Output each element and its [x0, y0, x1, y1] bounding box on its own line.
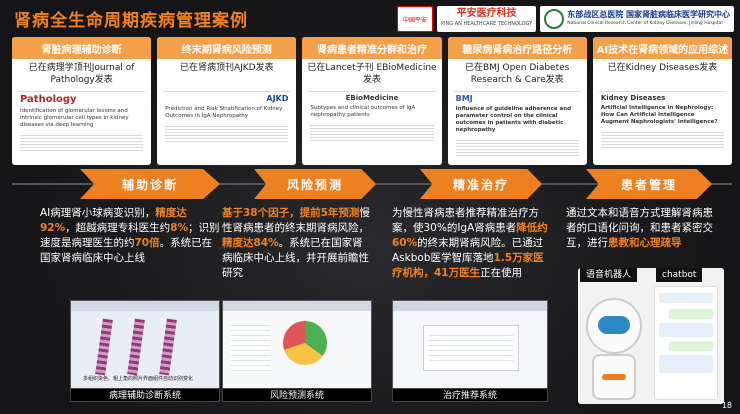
robot-visor: [598, 316, 630, 334]
publication-card: 终末期肾病风险预测 已在肾病顶刊AJKD发表 AJKD Prediction a…: [157, 37, 297, 165]
arrow-diagnosis: 辅助诊断: [80, 169, 220, 199]
text: AI病理肾小球病变识别，: [40, 207, 156, 219]
journal-name: BMJ: [455, 94, 473, 103]
highlight: 70倍: [134, 237, 160, 249]
robot-tag: 语音机器人: [580, 268, 638, 282]
robot-belt: [602, 374, 626, 380]
risk-text: 基于38个因子，提前5年预测慢性肾病患者的终末期肾病风险，精度达84%。系统已在…: [222, 206, 372, 281]
journal-name: Pathology: [20, 94, 77, 105]
window-bar: [71, 301, 219, 311]
chat-bubble: [669, 309, 713, 319]
risk-donut: [283, 321, 327, 365]
robot-head-icon: [586, 298, 642, 354]
card-subtitle: 已在病理学顶刊Journal of Pathology发表: [28, 63, 135, 85]
highlight: 精度达84%: [222, 237, 279, 249]
text: 正在使用: [480, 267, 523, 279]
card-heading: 肾病患者精准分群和治疗: [302, 37, 442, 59]
risk-system-screenshot: [222, 300, 372, 394]
risk-system-caption: 风险预测系统: [222, 388, 372, 402]
paper-thumbnail: AJKD Prediction and Risk Stratification …: [163, 91, 291, 159]
window-bar: [223, 301, 371, 311]
chat-bubble: [659, 323, 713, 337]
diagnosis-text: AI病理肾小球病变识别，精度达92%，超越病理专科医生约8%；识别速度是病理医生…: [40, 206, 220, 266]
card-subtitle: 已在肾病顶刊AJKD发表: [179, 63, 274, 73]
paper-title: Subtypes and clinical outcomes of IgA ne…: [310, 105, 416, 118]
paper-thumbnail: Pathology Identification of glomerular l…: [18, 91, 146, 159]
pingan-badge: 中国平安: [397, 6, 433, 32]
chatbot-phone-screen: [654, 286, 718, 400]
card-heading: 终末期肾病风险预测: [157, 37, 297, 59]
window-bar: [393, 301, 547, 311]
diagnosis-system-screenshot: 多组织染色、粗上角的照片界面组件自动识别变化: [70, 300, 220, 394]
chat-bubble: [659, 355, 713, 373]
treatment-text: 为慢性肾病患者推荐精准治疗方案，使30%的IgA肾病患者降低约60%的终末期肾病…: [392, 206, 548, 281]
paper-thumbnail: EBioMedicine Subtypes and clinical outco…: [308, 91, 436, 159]
arrow-risk-prediction: 风险预测: [254, 169, 376, 199]
paper-thumbnail: BMJ Influence of guideline adherence and…: [453, 91, 581, 159]
highlight: 患教和心理疏导: [608, 237, 682, 249]
paper-title: Identification of glomerular lesions and…: [20, 108, 129, 128]
journal-name: Kidney Diseases: [600, 94, 666, 102]
paper-thumbnail: Kidney Diseases Artificial Intelligence …: [598, 91, 727, 159]
publication-card: 肾病患者精准分群和治疗 已在Lancet子刊 EBioMedicine发表 EB…: [302, 37, 442, 165]
treatment-system-caption: 治疗推荐系统: [392, 388, 548, 402]
dialog-lines: [429, 331, 513, 361]
pingan-logo-sub: PING AN HEALTHCARE TECHNOLOGY: [441, 21, 533, 27]
journal-name: AJKD: [266, 94, 289, 103]
highlight: 8%: [170, 222, 188, 234]
robot-body: [592, 354, 636, 400]
robot-and-chatbot-image: [578, 268, 724, 404]
journal-name: EBioMedicine: [345, 94, 399, 102]
paper-text-lines: [20, 133, 144, 151]
paper-text-lines: [310, 123, 434, 141]
slide-title: 肾病全生命周期疾病管理案例: [14, 11, 248, 31]
hospital-logo-sub: National Clinical Research Center of Kid…: [567, 21, 723, 26]
treatment-system-screenshot: [392, 300, 548, 394]
publication-cards: 肾脏病理辅助诊断 已在病理学顶刊Journal of Pathology发表 P…: [12, 37, 733, 165]
card-heading: 肾脏病理辅助诊断: [12, 37, 152, 59]
chat-bubble: [669, 341, 713, 351]
arrow-patient-management: 患者管理: [586, 169, 712, 199]
card-subtitle: 已在BMJ Open Diabetes Research & Care发表: [465, 63, 570, 85]
tissue-strip: [159, 318, 177, 376]
screen-overlay-text: 多组织染色、粗上角的照片界面组件自动识别变化: [83, 376, 194, 382]
arrow-precision-treatment: 精准治疗: [420, 169, 542, 199]
paper-text-lines: [600, 130, 725, 148]
hospital-seal-icon: [544, 9, 565, 29]
paper-title: Prediction and Risk Stratification of Ki…: [165, 106, 283, 119]
card-subtitle: 已在Lancet子刊 EBioMedicine发表: [307, 63, 437, 85]
paper-text-lines: [165, 124, 289, 142]
text: ，超越病理专科医生约: [65, 222, 171, 234]
paper-title: Influence of guideline adherence and par…: [455, 106, 572, 133]
card-subtitle: 已在Kidney Diseases发表: [607, 63, 718, 73]
chatbot-tag: chatbot: [656, 268, 703, 282]
paper-text-lines: [455, 138, 579, 156]
card-heading: AI技术在肾病领域的应用综述: [592, 37, 733, 59]
diagnosis-system-caption: 病理辅助诊断系统: [70, 388, 220, 402]
highlight: 基于38个因子，提前5年预测: [222, 207, 360, 219]
card-heading: 糖尿病肾病治疗路径分析: [447, 37, 587, 59]
publication-card: AI技术在肾病领域的应用综述 已在Kidney Diseases发表 Kidne…: [592, 37, 733, 165]
publication-card: 肾脏病理辅助诊断 已在病理学顶刊Journal of Pathology发表 P…: [12, 37, 152, 165]
slide: 肾病全生命周期疾病管理案例 中国平安 平安医疗科技 PING AN HEALTH…: [0, 0, 740, 414]
hospital-logo: 东部战区总医院 国家肾脏病临床医学研究中心 National Clinical …: [540, 6, 734, 32]
hospital-logo-text: 东部战区总医院 国家肾脏病临床医学研究中心: [567, 10, 730, 19]
publication-card: 糖尿病肾病治疗路径分析 已在BMJ Open Diabetes Research…: [447, 37, 587, 165]
logo-strip: 中国平安 平安医疗科技 PING AN HEALTHCARE TECHNOLOG…: [397, 4, 734, 34]
tissue-strip: [95, 318, 113, 376]
tissue-strip: [127, 318, 145, 376]
pingan-logo-text: 平安医疗科技: [456, 8, 517, 19]
management-text: 通过文本和语音方式理解肾病患者的口语化问询，和患者紧密交互，进行患教和心理疏导: [566, 206, 718, 251]
paper-title: Artificial Intelligence in Nephrology: H…: [600, 105, 718, 125]
chat-bubble: [659, 293, 713, 303]
pingan-logo: 平安医疗科技 PING AN HEALTHCARE TECHNOLOGY: [437, 6, 537, 32]
form-panel: [231, 321, 271, 371]
page-number: 18: [721, 401, 732, 410]
